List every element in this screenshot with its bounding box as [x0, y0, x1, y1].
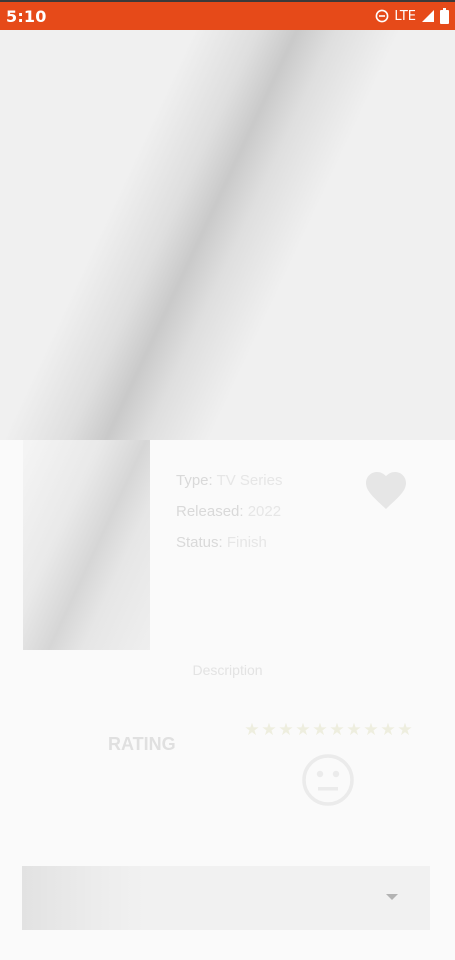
poster-image-placeholder — [23, 440, 150, 650]
status-value: Finish — [226, 534, 267, 551]
rating-stars[interactable]: ★ ★ ★ ★ ★ ★ ★ ★ ★ ★ — [244, 721, 413, 738]
details-info: Type: TV Series Released: 2022 Status: F… — [176, 472, 282, 565]
battery-icon — [440, 8, 449, 24]
status-label: Status: — [176, 534, 223, 551]
status-row: Status: Finish — [176, 534, 282, 565]
star-icon[interactable]: ★ — [278, 721, 294, 738]
status-bar: 5:10 LTE — [0, 0, 455, 30]
star-icon[interactable]: ★ — [312, 721, 328, 738]
status-time: 5:10 — [6, 7, 47, 26]
do-not-disturb-icon — [375, 9, 389, 23]
star-icon[interactable]: ★ — [397, 721, 413, 738]
type-label: Type: — [176, 472, 213, 489]
status-icons: LTE — [375, 6, 449, 26]
star-icon[interactable]: ★ — [261, 721, 277, 738]
neutral-face-icon — [302, 754, 354, 806]
star-icon[interactable]: ★ — [244, 721, 260, 738]
episode-dropdown[interactable] — [22, 866, 430, 930]
heart-icon — [366, 472, 406, 509]
type-value: TV Series — [216, 472, 283, 489]
banner-image-placeholder — [0, 30, 455, 440]
released-row: Released: 2022 — [176, 503, 282, 534]
released-value: 2022 — [247, 503, 282, 520]
star-icon[interactable]: ★ — [346, 721, 362, 738]
star-icon[interactable]: ★ — [329, 721, 345, 738]
released-label: Released: — [176, 503, 244, 520]
favorite-button[interactable] — [362, 466, 410, 512]
network-type: LTE — [394, 8, 416, 24]
signal-icon — [422, 10, 434, 22]
star-icon[interactable]: ★ — [295, 721, 311, 738]
star-icon[interactable]: ★ — [380, 721, 396, 738]
dropdown-arrow-icon — [386, 894, 398, 900]
rating-label: RATING — [108, 734, 176, 754]
star-icon[interactable]: ★ — [363, 721, 379, 738]
type-row: Type: TV Series — [176, 472, 282, 503]
description-text: Description — [192, 662, 263, 678]
